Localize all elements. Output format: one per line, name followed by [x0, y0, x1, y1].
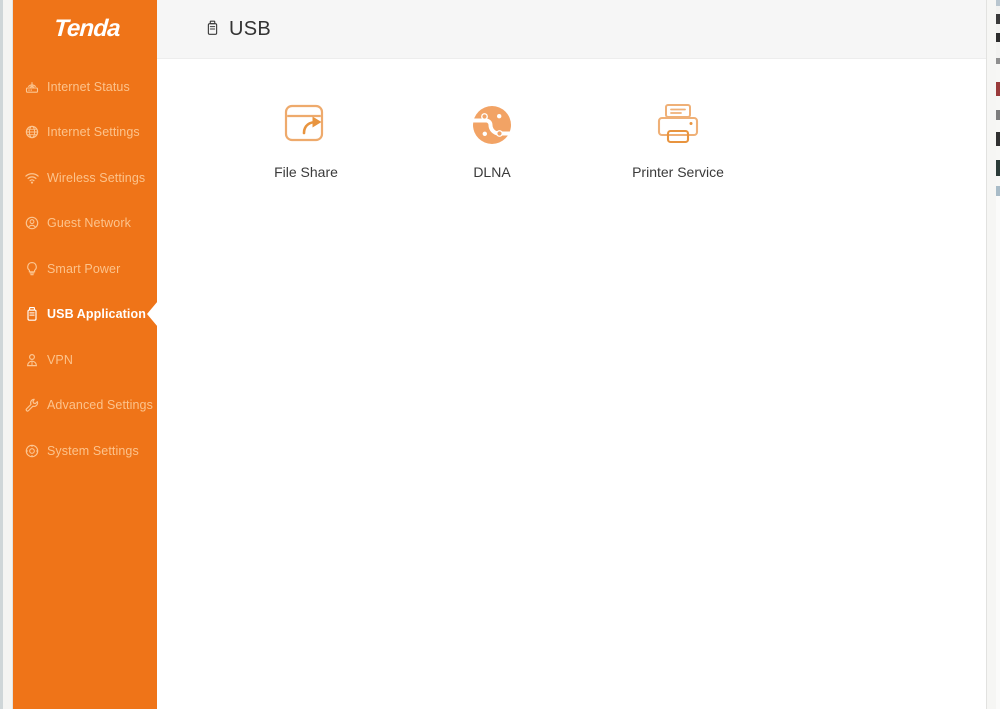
sidebar-item-label: Smart Power [47, 261, 121, 276]
sidebar-item-smart-power[interactable]: Smart Power [13, 246, 157, 292]
sidebar-item-label: Internet Status [47, 79, 130, 94]
sidebar-item-usb-application[interactable]: USB Application [13, 292, 157, 338]
app-label: File Share [274, 164, 338, 180]
globe-icon [24, 124, 40, 140]
dlna-icon [469, 97, 515, 153]
brand-name: Tenda [53, 15, 121, 42]
active-item-arrow-icon [147, 301, 157, 328]
window-left-hairline [0, 0, 3, 709]
gear-icon [24, 443, 40, 459]
app-label: DLNA [473, 164, 511, 180]
guest-shield-icon [24, 215, 40, 231]
sidebar: Tenda Internet Status Internet Settings … [13, 0, 157, 709]
sidebar-item-label: USB Application [47, 307, 146, 322]
sidebar-item-wireless-settings[interactable]: Wireless Settings [13, 155, 157, 201]
sidebar-item-label: Wireless Settings [47, 170, 146, 185]
wrench-icon [24, 397, 40, 413]
usb-drive-icon [24, 306, 40, 322]
sidebar-item-internet-settings[interactable]: Internet Settings [13, 110, 157, 156]
lightbulb-icon [24, 261, 40, 277]
wifi-icon [24, 170, 40, 186]
file-share-icon [282, 97, 330, 153]
sidebar-item-label: Guest Network [47, 216, 131, 231]
sidebar-item-label: Internet Settings [47, 125, 140, 140]
sidebar-nav: Internet Status Internet Settings Wirele… [13, 64, 157, 474]
sidebar-item-guest-network[interactable]: Guest Network [13, 201, 157, 247]
sidebar-item-label: Advanced Settings [47, 398, 153, 413]
brand-logo[interactable]: Tenda [13, 0, 157, 58]
sidebar-item-internet-status[interactable]: Internet Status [13, 64, 157, 110]
usb-app-grid: File Share DLNA Printer Service [157, 59, 987, 180]
page-title: USB [229, 17, 272, 40]
sidebar-item-advanced-settings[interactable]: Advanced Settings [13, 383, 157, 429]
usb-drive-icon [205, 20, 220, 38]
sidebar-item-label: VPN [47, 352, 74, 367]
app-tile-file-share[interactable]: File Share [213, 97, 399, 180]
router-icon [24, 79, 40, 95]
app-label: Printer Service [632, 164, 724, 180]
page-header: USB [157, 0, 987, 59]
app-frame: Tenda Internet Status Internet Settings … [0, 0, 1000, 709]
main-content: USB File Share DLNA Printer Service [157, 0, 987, 709]
sidebar-item-label: System Settings [47, 443, 139, 458]
sidebar-item-vpn[interactable]: VPN [13, 337, 157, 383]
background-window-sliver [996, 0, 1000, 709]
sidebar-item-system-settings[interactable]: System Settings [13, 428, 157, 474]
app-tile-dlna[interactable]: DLNA [399, 97, 585, 180]
vpn-lock-icon [24, 352, 40, 368]
app-tile-printer-service[interactable]: Printer Service [585, 97, 771, 180]
printer-icon [654, 97, 702, 153]
